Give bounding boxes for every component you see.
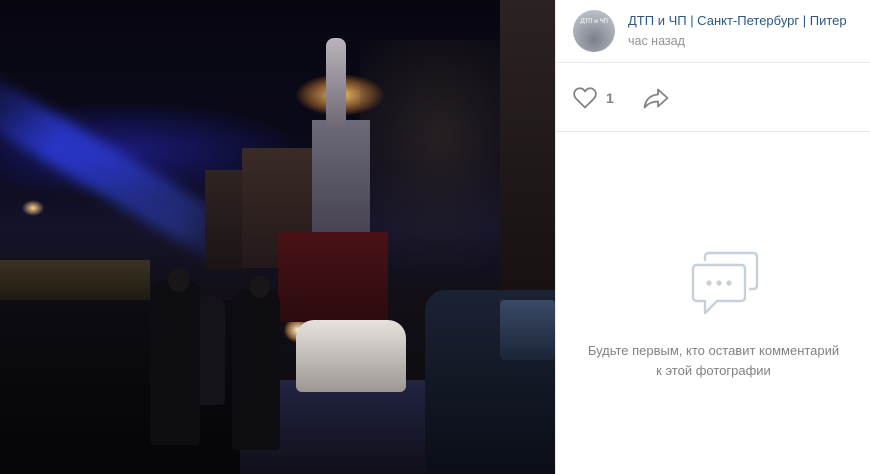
post-actions: 1 (556, 63, 870, 132)
share-arrow-icon (643, 88, 669, 109)
building-right (500, 0, 555, 290)
post-time[interactable]: час назад (628, 34, 685, 48)
like-button[interactable]: 1 (572, 85, 614, 111)
fire-truck (278, 232, 388, 322)
comment-bubble-icon (691, 251, 759, 315)
avatar-label: ДТП и ЧП (580, 18, 608, 25)
person-head (250, 276, 270, 298)
person (232, 290, 280, 450)
heart-outline-icon (573, 87, 597, 109)
avatar[interactable]: ДТП и ЧП (573, 10, 615, 52)
post-photo[interactable] (0, 0, 555, 474)
person (150, 280, 200, 445)
white-car (296, 320, 406, 392)
post-header: ДТП и ЧП ДТП и ЧП | Санкт-Петербург | Пи… (556, 0, 870, 63)
bus (0, 260, 150, 300)
post-side-panel: ДТП и ЧП ДТП и ЧП | Санкт-Петербург | Пи… (555, 0, 870, 474)
share-button[interactable] (642, 85, 672, 111)
group-name-link[interactable]: ДТП и ЧП | Санкт-Петербург | Питер (628, 13, 868, 28)
empty-comments-message: Будьте первым, кто оставит комментарий к… (587, 343, 840, 378)
dark-car-window (500, 300, 555, 360)
building-left (205, 170, 245, 270)
tower-spire (326, 38, 346, 128)
like-count: 1 (606, 90, 614, 106)
person-head (168, 268, 190, 292)
comments-area: Будьте первым, кто оставит комментарий к… (556, 133, 870, 474)
